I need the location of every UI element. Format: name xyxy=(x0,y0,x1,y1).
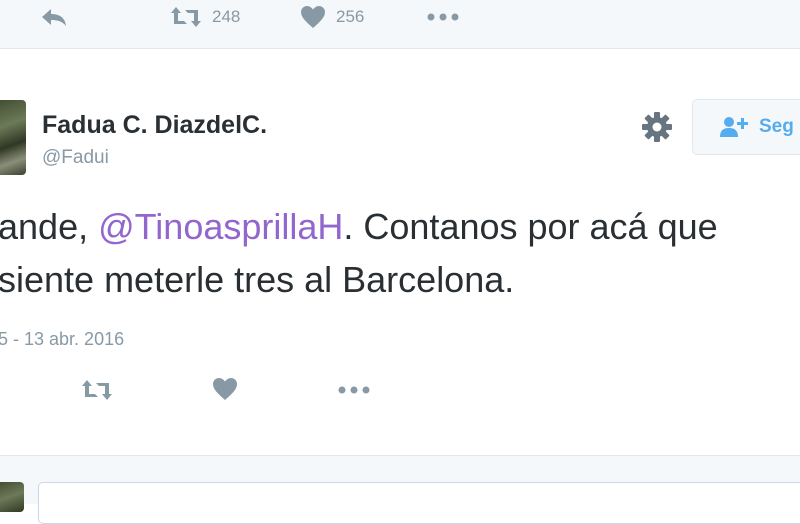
follow-button[interactable]: Seg xyxy=(692,99,800,155)
tweet-like-button[interactable] xyxy=(212,377,238,401)
heart-icon xyxy=(213,378,237,400)
mention-link[interactable]: @TinoasprillaH xyxy=(98,206,343,247)
tweet-retweet-button[interactable] xyxy=(80,378,114,402)
tweet-timestamp[interactable]: 5 - 13 abr. 2016 xyxy=(0,329,124,350)
tweet-text-line-2: siente meterle tres al Barcelona. xyxy=(0,259,515,300)
add-user-icon xyxy=(720,117,748,137)
tweet-more-button[interactable] xyxy=(338,385,370,395)
more-dots-icon xyxy=(338,386,370,394)
tweet-text-line-1: ande, @TinoasprillaH. Contanos por acá q… xyxy=(0,206,718,248)
tweet-text-fragment: . Contanos por acá que xyxy=(343,206,718,247)
reply-input[interactable] xyxy=(38,482,800,524)
settings-button[interactable] xyxy=(641,111,673,148)
follow-label: Seg xyxy=(759,116,794,137)
gear-icon xyxy=(642,112,672,142)
tweet-text-fragment: ande, xyxy=(0,206,99,247)
avatar[interactable] xyxy=(0,100,26,175)
retweet-icon xyxy=(82,380,112,400)
author-handle[interactable]: @Fadui xyxy=(42,147,109,169)
current-user-avatar xyxy=(0,482,24,512)
author-name[interactable]: Fadua C. DiazdelC. xyxy=(42,111,267,140)
